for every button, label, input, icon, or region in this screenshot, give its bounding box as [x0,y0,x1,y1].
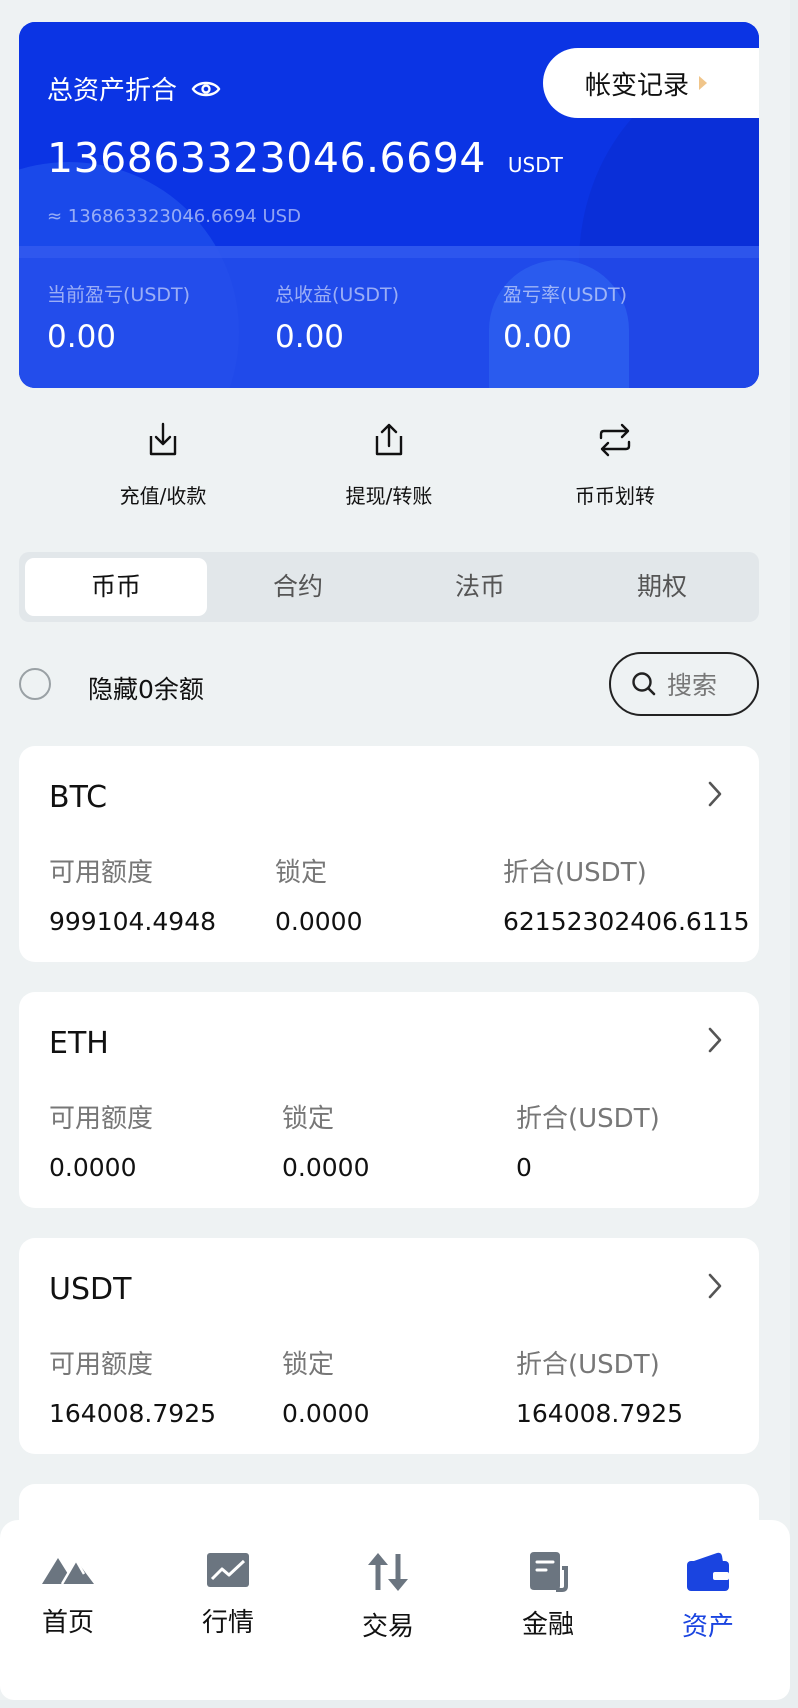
chevron-right-icon [708,781,722,807]
pnl-rate: 盈亏率(USDT) 0.00 [503,280,627,355]
withdraw-button[interactable]: 提现/转账 [304,420,474,509]
total-profit-value: 0.00 [275,319,345,355]
nav-item-assets[interactable]: 资产 [648,1550,768,1643]
locked-column: 锁定 0.0000 [282,1098,369,1182]
tab-contract[interactable]: 合约 [207,558,389,616]
total-assets-label: 总资产折合 [47,76,178,106]
quick-actions: 充值/收款 提现/转账 币币划转 [0,420,790,530]
transfer-label: 币币划转 [575,484,655,508]
nav-label-assets: 资产 [681,1612,734,1642]
usdt-value: 164008.7925 [516,1399,684,1428]
current-pnl: 当前盈亏(USDT) 0.00 [47,280,190,355]
bottom-nav: 首页 行情 交易 金融 资产 [0,1520,790,1700]
usdt-value-label: 折合(USDT) [503,858,647,888]
usdt-value-column: 折合(USDT) 62152302406.6115 [503,852,750,936]
usdt-value-label: 折合(USDT) [516,1104,660,1134]
available-column: 可用额度 999104.4948 [49,852,216,936]
available-value: 999104.4948 [49,907,217,936]
deposit-label: 充值/收款 [119,484,207,508]
chevron-right-icon [708,1273,722,1299]
nav-label-home: 首页 [41,1608,94,1638]
tab-spot[interactable]: 币币 [25,558,207,616]
usdt-value: 62152302406.6115 [503,907,750,936]
tab-options[interactable]: 期权 [571,558,753,616]
usdt-value: 0 [516,1153,532,1182]
hide-zero-label: 隐藏0余额 [88,675,204,704]
total-profit: 总收益(USDT) 0.00 [275,280,399,355]
nav-label-finance: 金融 [521,1610,574,1640]
available-column: 可用额度 164008.7925 [49,1344,216,1428]
caret-right-icon [699,76,708,90]
total-profit-label: 总收益(USDT) [275,284,400,306]
asset-card-btc[interactable]: BTC 可用额度 999104.4948 锁定 0.0000 折合(USDT) … [19,746,759,962]
transfer-icon [599,423,631,457]
asset-symbol: ETH [49,1026,109,1061]
account-type-tabs: 币币 合约 法币 期权 [19,552,759,622]
nav-label-market: 行情 [201,1608,254,1638]
current-pnl-value: 0.00 [47,319,117,355]
nav-item-trade[interactable]: 交易 [328,1550,448,1643]
available-label: 可用额度 [49,1104,154,1134]
nav-label-trade: 交易 [361,1612,414,1642]
search-button[interactable]: 搜索 [609,652,759,716]
upload-icon [375,423,403,456]
pnl-rate-value: 0.00 [503,319,573,355]
locked-value: 0.0000 [282,1399,370,1428]
market-chart-icon [207,1553,249,1587]
total-assets-title: 总资产折合 [47,70,221,107]
search-icon [632,672,656,696]
available-value: 0.0000 [49,1153,137,1182]
locked-label: 锁定 [282,1350,335,1380]
approx-usd-value: ≈ 136863323046.6694 USD [47,206,301,227]
deposit-button[interactable]: 充值/收款 [78,420,248,509]
asset-symbol: USDT [49,1272,132,1307]
locked-column: 锁定 0.0000 [275,852,362,936]
locked-column: 锁定 0.0000 [282,1344,369,1428]
withdraw-label: 提现/转账 [345,484,433,508]
search-label: 搜索 [667,671,718,700]
available-label: 可用额度 [49,1350,154,1380]
total-balance-unit: USDT [507,153,563,177]
asset-symbol: BTC [49,780,108,815]
hide-zero-checkbox[interactable] [19,668,51,700]
trade-arrows-icon [368,1553,408,1591]
wallet-icon [687,1552,729,1591]
locked-value: 0.0000 [275,907,363,936]
asset-card-usdt[interactable]: USDT 可用额度 164008.7925 锁定 0.0000 折合(USDT)… [19,1238,759,1454]
locked-label: 锁定 [282,1104,335,1134]
transfer-button[interactable]: 币币划转 [530,420,700,509]
home-mountain-icon [42,1557,94,1585]
assets-page: 总资产折合 帐变记录 136863323046.6694 USDT ≈ 1368… [0,0,790,1700]
download-icon [149,422,177,456]
usdt-value-column: 折合(USDT) 0 [516,1098,660,1182]
total-balance-value: 136863323046.6694 [47,134,486,182]
usdt-value-column: 折合(USDT) 164008.7925 [516,1344,683,1428]
pnl-rate-label: 盈亏率(USDT) [503,284,628,306]
asset-card-eth[interactable]: ETH 可用额度 0.0000 锁定 0.0000 折合(USDT) 0 [19,992,759,1208]
asset-summary-card: 总资产折合 帐变记录 136863323046.6694 USDT ≈ 1368… [19,22,759,388]
chevron-right-icon [708,1027,722,1053]
eye-icon[interactable] [191,80,221,98]
available-column: 可用额度 0.0000 [49,1098,153,1182]
nav-item-home[interactable]: 首页 [8,1550,128,1639]
locked-value: 0.0000 [282,1153,370,1182]
account-history-label: 帐变记录 [585,70,690,101]
locked-label: 锁定 [275,858,328,888]
finance-doc-icon [530,1552,568,1592]
nav-item-finance[interactable]: 金融 [488,1550,608,1641]
tab-fiat[interactable]: 法币 [389,558,571,616]
current-pnl-label: 当前盈亏(USDT) [47,284,191,306]
usdt-value-label: 折合(USDT) [516,1350,660,1380]
available-label: 可用额度 [49,858,154,888]
nav-item-market[interactable]: 行情 [168,1550,288,1639]
available-value: 164008.7925 [49,1399,217,1428]
account-history-button[interactable]: 帐变记录 [543,48,759,118]
total-balance: 136863323046.6694 USDT [47,134,563,182]
